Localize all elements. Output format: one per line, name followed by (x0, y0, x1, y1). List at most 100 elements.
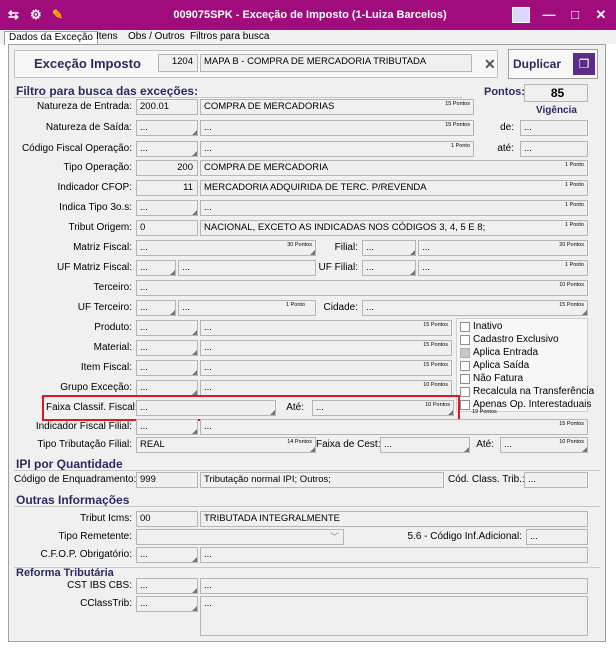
vigencia-label: Vigência (536, 105, 577, 116)
recalcula-transferencia-checkbox[interactable] (460, 387, 470, 397)
cfop-code[interactable]: ... (136, 141, 198, 157)
uf-filial-label: UF Filial: (318, 262, 358, 273)
close-button[interactable]: ✕ (588, 5, 614, 25)
uf-terceiro-desc[interactable]: ... 1 Ponto (178, 300, 316, 316)
cclass-desc[interactable]: ... (200, 596, 588, 636)
indicador-cfop-desc[interactable]: MERCADORIA ADQUIRIDA DE TERC. P/REVENDA 1… (200, 180, 588, 196)
clear-icon[interactable]: ✕ (484, 56, 496, 73)
tab-dados-excecao[interactable]: Dados da Exceção (4, 31, 98, 45)
natureza-saida-desc[interactable]: ... 15 Pontos (200, 120, 474, 136)
ipi-label: Código de Enquadramento: (14, 474, 137, 485)
item-fiscal-desc[interactable]: ... 15 Pontos (200, 360, 452, 376)
uf-terceiro-pts: 1 Ponto (286, 302, 305, 308)
vigencia-ate-field[interactable]: ... (520, 141, 588, 157)
uf-matriz-desc[interactable]: ... (178, 260, 316, 276)
filial-label: Filial: (334, 242, 358, 253)
cfop-obrigatorio-label: C.F.O.P. Obrigatório: (40, 549, 132, 560)
faixa-cest-label: Faixa de Cest: (316, 439, 381, 450)
tipo-operacao-code[interactable]: 200 (136, 160, 198, 176)
indicador-cfop-pts: 1 Ponto (565, 182, 584, 188)
indicador-filial-code[interactable]: ... (136, 419, 198, 435)
tribut-icms-desc[interactable]: TRIBUTADA INTEGRALMENTE (200, 511, 588, 527)
tab-itens[interactable]: Itens (92, 31, 122, 44)
item-fiscal-code[interactable]: ... (136, 360, 198, 376)
natureza-entrada-label: Natureza de Entrada: (36, 101, 132, 112)
inativo-checkbox[interactable] (460, 322, 470, 332)
outras-title: Outras Informações (16, 493, 130, 507)
info-adicional-field[interactable]: ... (526, 529, 588, 545)
cidade-label: Cidade: (323, 302, 358, 313)
cst-code[interactable]: ... (136, 578, 198, 594)
tab-filtros-busca[interactable]: Filtros para busca (186, 31, 273, 44)
tipo-operacao-desc[interactable]: COMPRA DE MERCADORIA 1 Ponto (200, 160, 588, 176)
tribut-origem-code[interactable]: 0 (136, 220, 198, 236)
cfop-obrigatorio-code[interactable]: ... (136, 547, 198, 563)
wrench-icon[interactable]: ✎ (52, 0, 63, 30)
vigencia-de-field[interactable]: ... (520, 120, 588, 136)
maximize-button[interactable]: □ (562, 5, 588, 25)
nao-fatura-checkbox[interactable] (460, 374, 470, 384)
cst-desc[interactable]: ... (200, 578, 588, 594)
cfop-desc[interactable]: ... 1 Ponto (200, 141, 474, 157)
uf-terceiro-code[interactable]: ... (136, 300, 176, 316)
item-fiscal-pts: 15 Pontos (423, 362, 448, 368)
tipo-tributacao-select[interactable]: REAL 14 Pontos (136, 437, 316, 453)
cidade-field[interactable]: ... 15 Pontos (362, 300, 588, 316)
filtro-divider (14, 97, 462, 98)
cadastro-exclusivo-label: Cadastro Exclusivo (473, 334, 559, 345)
cclass-label: CClassTrib: (80, 598, 132, 609)
indicador-cfop-code[interactable]: 11 (136, 180, 198, 196)
faixa-classif-from[interactable]: ... (136, 400, 276, 416)
tipo-operacao-label: Tipo Operação: (63, 162, 132, 173)
natureza-entrada-desc[interactable]: COMPRA DE MERCADORIAS 15 Pontos (200, 99, 474, 115)
matriz-fiscal-field[interactable]: ... 30 Pontos (136, 240, 316, 256)
tools-icon[interactable]: ⚙ (30, 0, 42, 30)
faixa-cest-from[interactable]: ... (380, 437, 470, 453)
tribut-icms-code[interactable]: 00 (136, 511, 198, 527)
image-icon[interactable] (512, 7, 530, 23)
indicador-filial-desc[interactable]: ... 15 Pontos (200, 419, 588, 435)
tab-obs-outros[interactable]: Obs / Outros (124, 31, 189, 44)
tribut-origem-pts: 1 Ponto (565, 222, 584, 228)
ipi-desc[interactable]: Tributação normal IPI; Outros; (200, 472, 444, 488)
material-desc[interactable]: ... 15 Pontos (200, 340, 452, 356)
natureza-saida-code[interactable]: ... (136, 120, 198, 136)
cadastro-exclusivo-checkbox[interactable] (460, 335, 470, 345)
filial-desc[interactable]: ... 20 Pontos (418, 240, 588, 256)
uf-filial-code[interactable]: ... (362, 260, 416, 276)
terceiro-field[interactable]: ... 10 Pontos (136, 280, 588, 296)
natureza-entrada-pts: 15 Pontos (445, 101, 470, 107)
natureza-saida-pts: 15 Pontos (445, 122, 470, 128)
tribut-origem-desc[interactable]: NACIONAL, EXCETO AS INDICADAS NOS CÓDIGO… (200, 220, 588, 236)
class-trib-field[interactable]: ... (524, 472, 588, 488)
tipo-remetente-select[interactable]: ﹀ (136, 529, 344, 545)
filial-code[interactable]: ... (362, 240, 416, 256)
grupo-excecao-code[interactable]: ... (136, 380, 198, 396)
ipi-code[interactable]: 999 (136, 472, 198, 488)
filtro-title: Filtro para busca das exceções: (16, 84, 199, 98)
faixa-classif-to[interactable]: ... 10 Pontos (312, 400, 454, 416)
produto-desc[interactable]: ... 15 Pontos (200, 320, 452, 336)
reforma-divider (14, 567, 600, 568)
aplica-saida-checkbox[interactable] (460, 361, 470, 371)
produto-pts: 15 Pontos (423, 322, 448, 328)
material-code[interactable]: ... (136, 340, 198, 356)
uf-filial-desc[interactable]: ... 1 Ponto (418, 260, 588, 276)
cclass-code[interactable]: ... (136, 596, 198, 612)
apenas-interestaduais-checkbox[interactable] (460, 400, 470, 410)
tribut-origem-label: Tribut Origem: (68, 222, 132, 233)
faixa-cest-to[interactable]: ... 10 Pontos (500, 437, 588, 453)
uf-matriz-code[interactable]: ... (136, 260, 176, 276)
indica-tipo-desc[interactable]: ... 1 Ponto (200, 200, 588, 216)
cfop-obrigatorio-desc[interactable]: ... (200, 547, 588, 563)
menu-icon[interactable]: ⇆ (8, 0, 19, 30)
minimize-button[interactable]: — (536, 5, 562, 25)
grupo-excecao-desc[interactable]: ... 10 Pontos (200, 380, 452, 396)
excecao-description-field[interactable]: MAPA B - COMPRA DE MERCADORIA TRIBUTADA (200, 54, 472, 72)
uf-matriz-label: UF Matriz Fiscal: (57, 262, 132, 273)
natureza-entrada-code[interactable]: 200.01 (136, 99, 198, 115)
indica-tipo-code[interactable]: ... (136, 200, 198, 216)
excecao-code-field[interactable]: 1204 (158, 54, 198, 72)
produto-code[interactable]: ... (136, 320, 198, 336)
duplicate-button[interactable]: Duplicar ❐ (508, 49, 598, 79)
